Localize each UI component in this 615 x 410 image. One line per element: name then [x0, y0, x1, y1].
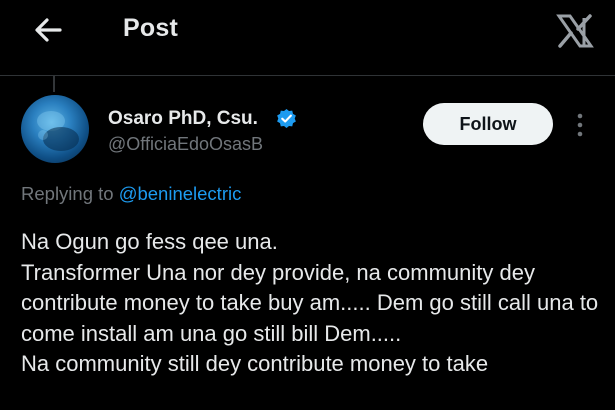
author-handle[interactable]: @OfficiaEdoOsasB [108, 134, 263, 155]
back-button[interactable] [30, 12, 66, 48]
avatar[interactable] [21, 95, 89, 163]
top-bar: Post [0, 0, 615, 60]
arrow-left-icon [35, 18, 62, 42]
more-vertical-icon[interactable] [570, 110, 590, 140]
replying-prefix: Replying to [21, 183, 114, 204]
header-divider [0, 75, 615, 76]
post-text: Na Ogun go fess qee una. Transformer Una… [21, 229, 599, 376]
replying-to: Replying to @beninelectric [21, 183, 241, 205]
x-logo-icon [556, 14, 594, 48]
author-name[interactable]: Osaro PhD, Csu. [108, 108, 258, 130]
post-screen: Post Osaro PhD, Csu. @OfficiaEdoOsasB Fo… [0, 0, 615, 410]
replying-mention-link[interactable]: @beninelectric [119, 183, 242, 204]
verified-badge-icon [276, 108, 297, 129]
follow-button[interactable]: Follow [423, 103, 553, 145]
thread-connector [53, 76, 55, 92]
page-title: Post [123, 14, 178, 42]
